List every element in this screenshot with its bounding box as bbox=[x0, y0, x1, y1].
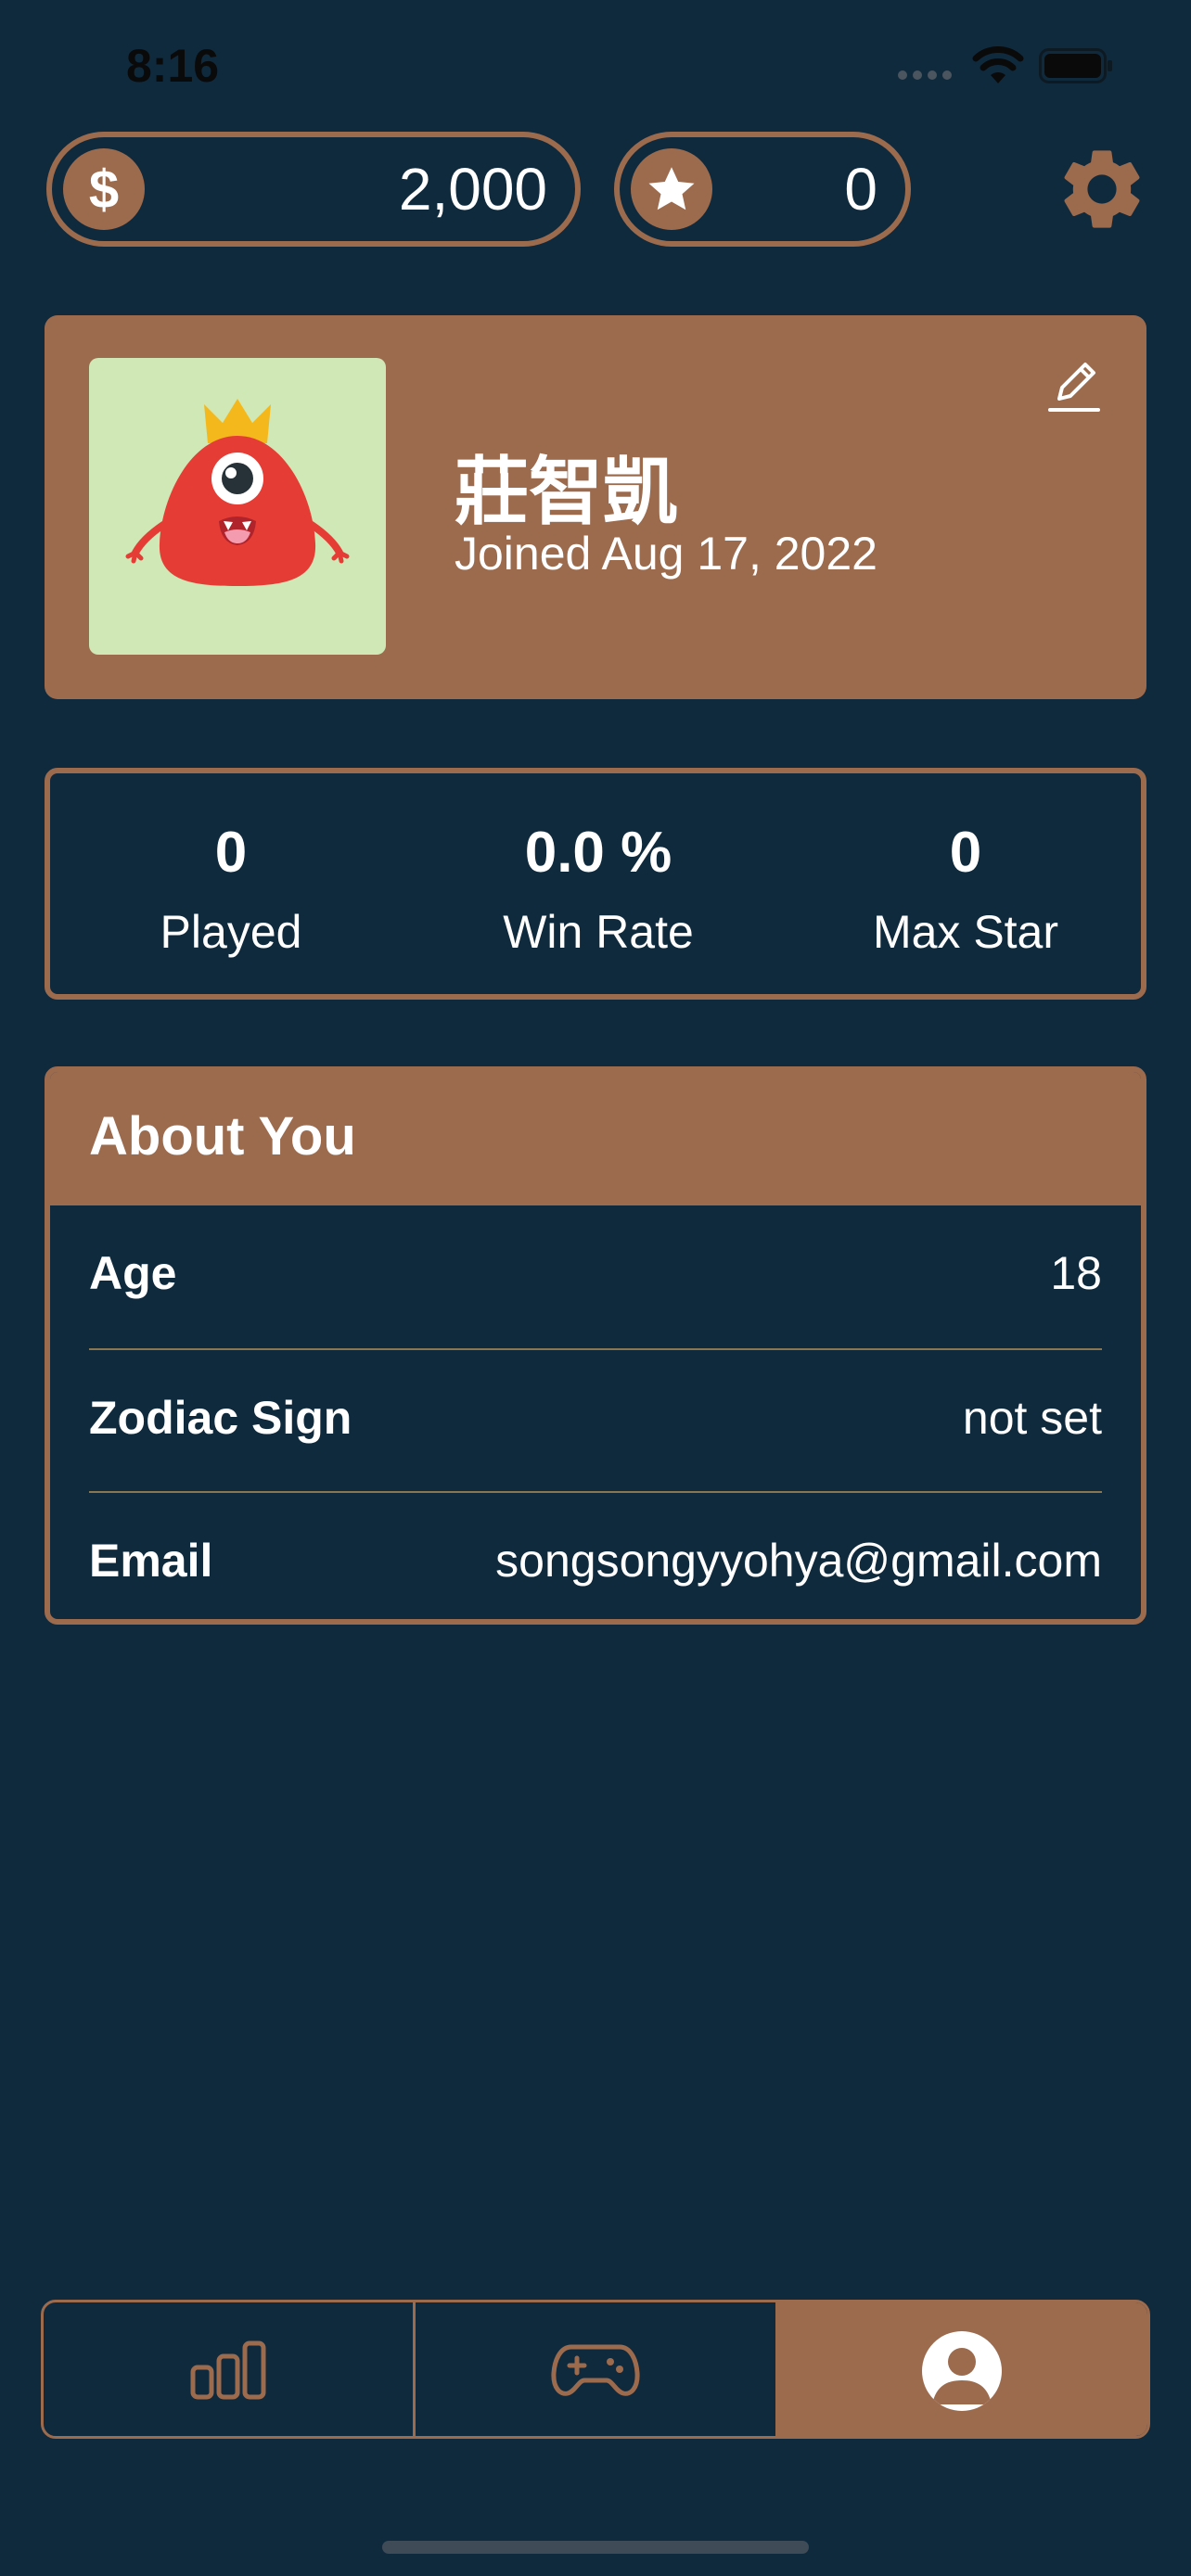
row-label: Email bbox=[89, 1535, 213, 1587]
stat-value: 0 bbox=[949, 821, 982, 885]
profile-name: 莊智凱 bbox=[455, 451, 677, 533]
profile-card: 莊智凱 Joined Aug 17, 2022 bbox=[45, 315, 1146, 699]
about-you-title: About You bbox=[89, 1106, 356, 1167]
home-indicator bbox=[382, 2541, 809, 2554]
stat-value: 0 bbox=[214, 821, 248, 885]
star-balance-pill[interactable]: 0 bbox=[614, 132, 911, 247]
tab-leaderboard[interactable] bbox=[44, 2302, 413, 2436]
row-label: Zodiac Sign bbox=[89, 1392, 352, 1444]
about-row-age[interactable]: Age 18 bbox=[89, 1205, 1102, 1348]
row-value: not set bbox=[962, 1392, 1102, 1444]
profile-icon bbox=[922, 2331, 1002, 2411]
star-balance-value: 0 bbox=[844, 156, 877, 223]
about-row-email[interactable]: Email songsongyyohya@gmail.com bbox=[89, 1493, 1102, 1619]
pencil-icon[interactable] bbox=[1046, 356, 1102, 415]
stat-label: Win Rate bbox=[503, 906, 694, 958]
cellular-dots-icon bbox=[898, 70, 954, 82]
bottom-tab-bar bbox=[41, 2300, 1150, 2439]
battery-icon bbox=[1039, 48, 1112, 83]
row-value: 18 bbox=[1050, 1247, 1102, 1299]
row-label: Age bbox=[89, 1247, 177, 1299]
dollar-icon: $ bbox=[63, 148, 145, 230]
coin-balance-value: 2,000 bbox=[398, 156, 547, 223]
about-row-zodiac-sign[interactable]: Zodiac Sign not set bbox=[89, 1350, 1102, 1493]
stat-value: 0.0 % bbox=[524, 821, 672, 885]
tab-profile[interactable] bbox=[775, 2302, 1147, 2436]
stat-label: Played bbox=[160, 906, 302, 958]
star-icon bbox=[631, 148, 712, 230]
gear-icon[interactable] bbox=[1054, 141, 1150, 237]
row-value: songsongyyohya@gmail.com bbox=[495, 1535, 1102, 1587]
about-you-panel: About You Age 18 Zodiac Sign not set Ema… bbox=[45, 1066, 1146, 1625]
bar-chart-icon bbox=[190, 2340, 266, 2400]
tab-game[interactable] bbox=[416, 2302, 775, 2436]
status-icons bbox=[898, 43, 1121, 89]
gamepad-icon bbox=[551, 2344, 640, 2396]
wifi-icon bbox=[972, 46, 1024, 83]
about-you-header: About You bbox=[50, 1072, 1141, 1205]
stats-panel: 0 Played 0.0 % Win Rate 0 Max Star bbox=[45, 768, 1146, 1000]
status-time: 8:16 bbox=[126, 40, 220, 92]
red-monster-avatar[interactable] bbox=[89, 358, 386, 655]
coin-balance-pill[interactable]: $ 2,000 bbox=[46, 132, 581, 247]
profile-joined-date: Joined Aug 17, 2022 bbox=[455, 528, 877, 580]
stat-label: Max Star bbox=[872, 906, 1059, 958]
